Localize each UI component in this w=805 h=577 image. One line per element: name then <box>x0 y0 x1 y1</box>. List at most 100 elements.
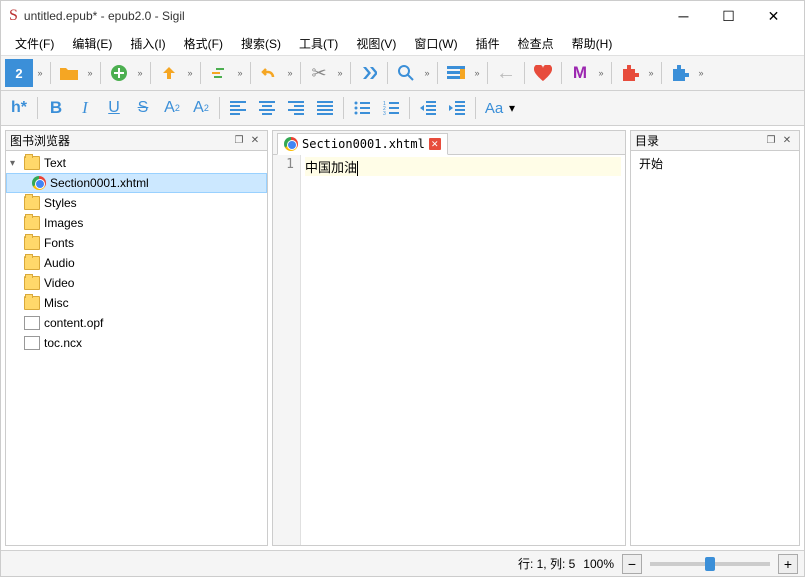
tree-folder-fonts[interactable]: Fonts <box>6 233 267 253</box>
number-list-button[interactable]: 123 <box>377 94 405 122</box>
chevron-icon[interactable]: » <box>645 68 657 78</box>
outdent-button[interactable] <box>414 94 442 122</box>
chevron-icon[interactable]: » <box>421 68 433 78</box>
float-icon[interactable]: ❐ <box>231 133 247 149</box>
code-editor[interactable]: 1 中国加油 <box>273 155 625 545</box>
chevron-icon[interactable]: » <box>595 68 607 78</box>
open-button[interactable] <box>55 59 83 87</box>
validate-button[interactable] <box>355 59 383 87</box>
tree-folder-styles[interactable]: Styles <box>6 193 267 213</box>
tab-label: Section0001.xhtml <box>302 137 425 151</box>
tree-label: Video <box>44 276 74 290</box>
strike-button[interactable]: S <box>129 94 157 122</box>
tree-file-section[interactable]: Section0001.xhtml <box>6 173 267 193</box>
folder-icon <box>24 196 40 210</box>
menu-tools[interactable]: 工具(T) <box>291 32 346 55</box>
code-text: 中国加油 <box>305 161 357 176</box>
tree-label: content.opf <box>44 316 103 330</box>
minimize-button[interactable]: ─ <box>661 2 706 30</box>
chevron-icon[interactable]: » <box>234 68 246 78</box>
menu-search[interactable]: 搜索(S) <box>233 32 289 55</box>
cursor-position: 行: 1, 列: 5 <box>518 555 575 572</box>
menu-format[interactable]: 格式(F) <box>176 32 231 55</box>
underline-button[interactable]: U <box>100 94 128 122</box>
undo-button[interactable] <box>255 59 283 87</box>
toc-item[interactable]: 开始 <box>639 155 791 172</box>
editor-tabbar: Section0001.xhtml ✕ <box>273 131 625 155</box>
tree-file-ncx[interactable]: toc.ncx <box>6 333 267 353</box>
tree-label: Fonts <box>44 236 74 250</box>
tree-label: Misc <box>44 296 69 310</box>
bold-button[interactable]: B <box>42 94 70 122</box>
chevron-icon[interactable]: » <box>695 68 707 78</box>
subscript-button[interactable]: A2 <box>158 94 186 122</box>
folder-icon <box>24 156 40 170</box>
folder-icon <box>24 296 40 310</box>
close-panel-icon[interactable]: ✕ <box>247 133 263 149</box>
chevron-icon[interactable]: » <box>334 68 346 78</box>
menu-help[interactable]: 帮助(H) <box>564 32 621 55</box>
m-button[interactable]: M <box>566 59 594 87</box>
menu-edit[interactable]: 编辑(E) <box>64 32 120 55</box>
maximize-button[interactable]: ☐ <box>706 2 751 30</box>
main-area: 图书浏览器 ❐ ✕ ▾Text Section0001.xhtml Styles… <box>1 126 804 550</box>
epub2-button[interactable]: 2 <box>5 59 33 87</box>
metadata-button[interactable] <box>442 59 470 87</box>
search-button[interactable] <box>392 59 420 87</box>
format-toolbar: h* B I U S A2 A2 123 Aa ▾ <box>1 91 804 126</box>
chrome-icon <box>284 137 298 151</box>
chevron-icon[interactable]: » <box>184 68 196 78</box>
chevron-down-icon[interactable]: ▾ <box>509 101 515 115</box>
tree-file-opf[interactable]: content.opf <box>6 313 267 333</box>
zoom-out-button[interactable]: − <box>622 554 642 574</box>
editor-tab[interactable]: Section0001.xhtml ✕ <box>277 133 448 155</box>
toc-list: 开始 <box>631 151 799 545</box>
zoom-slider[interactable] <box>650 562 770 566</box>
tree-folder-misc[interactable]: Misc <box>6 293 267 313</box>
menu-insert[interactable]: 插入(I) <box>122 32 173 55</box>
donate-button[interactable] <box>529 59 557 87</box>
align-center-button[interactable] <box>253 94 281 122</box>
superscript-button[interactable]: A2 <box>187 94 215 122</box>
align-justify-button[interactable] <box>311 94 339 122</box>
chevron-icon[interactable]: » <box>284 68 296 78</box>
tree-folder-text[interactable]: ▾Text <box>6 153 267 173</box>
add-button[interactable] <box>105 59 133 87</box>
align-left-button[interactable] <box>224 94 252 122</box>
chevron-icon[interactable]: » <box>134 68 146 78</box>
tree-folder-video[interactable]: Video <box>6 273 267 293</box>
indent-button[interactable] <box>443 94 471 122</box>
up-arrow-button[interactable] <box>155 59 183 87</box>
zoom-in-button[interactable]: + <box>778 554 798 574</box>
tab-close-icon[interactable]: ✕ <box>429 138 441 150</box>
plugin-red-button[interactable] <box>616 59 644 87</box>
chevron-icon[interactable]: » <box>84 68 96 78</box>
main-toolbar: 2 » » » » » » ✂ » » » ← M » » » <box>1 55 804 91</box>
plugin-blue-button[interactable] <box>666 59 694 87</box>
menu-plugins[interactable]: 插件 <box>468 32 508 55</box>
close-panel-icon[interactable]: ✕ <box>779 133 795 149</box>
remove-format-button[interactable] <box>205 59 233 87</box>
menu-checkpoints[interactable]: 检查点 <box>510 32 562 55</box>
code-area[interactable]: 中国加油 <box>301 155 625 545</box>
menu-window[interactable]: 窗口(W) <box>406 32 465 55</box>
chevron-icon[interactable]: » <box>471 68 483 78</box>
tree-folder-audio[interactable]: Audio <box>6 253 267 273</box>
heading-button[interactable]: h* <box>5 94 33 122</box>
case-button[interactable]: Aa <box>480 94 508 122</box>
slider-thumb[interactable] <box>705 557 715 571</box>
tree-label: Styles <box>44 196 77 210</box>
float-icon[interactable]: ❐ <box>763 133 779 149</box>
menu-view[interactable]: 视图(V) <box>348 32 404 55</box>
menu-file[interactable]: 文件(F) <box>7 32 62 55</box>
back-button[interactable]: ← <box>492 59 520 87</box>
cut-button[interactable]: ✂ <box>305 59 333 87</box>
italic-button[interactable]: I <box>71 94 99 122</box>
close-button[interactable]: ✕ <box>751 2 796 30</box>
file-tree: ▾Text Section0001.xhtml Styles Images Fo… <box>6 151 267 545</box>
tree-folder-images[interactable]: Images <box>6 213 267 233</box>
file-icon <box>24 336 40 350</box>
chevron-icon[interactable]: » <box>34 68 46 78</box>
align-right-button[interactable] <box>282 94 310 122</box>
bullet-list-button[interactable] <box>348 94 376 122</box>
